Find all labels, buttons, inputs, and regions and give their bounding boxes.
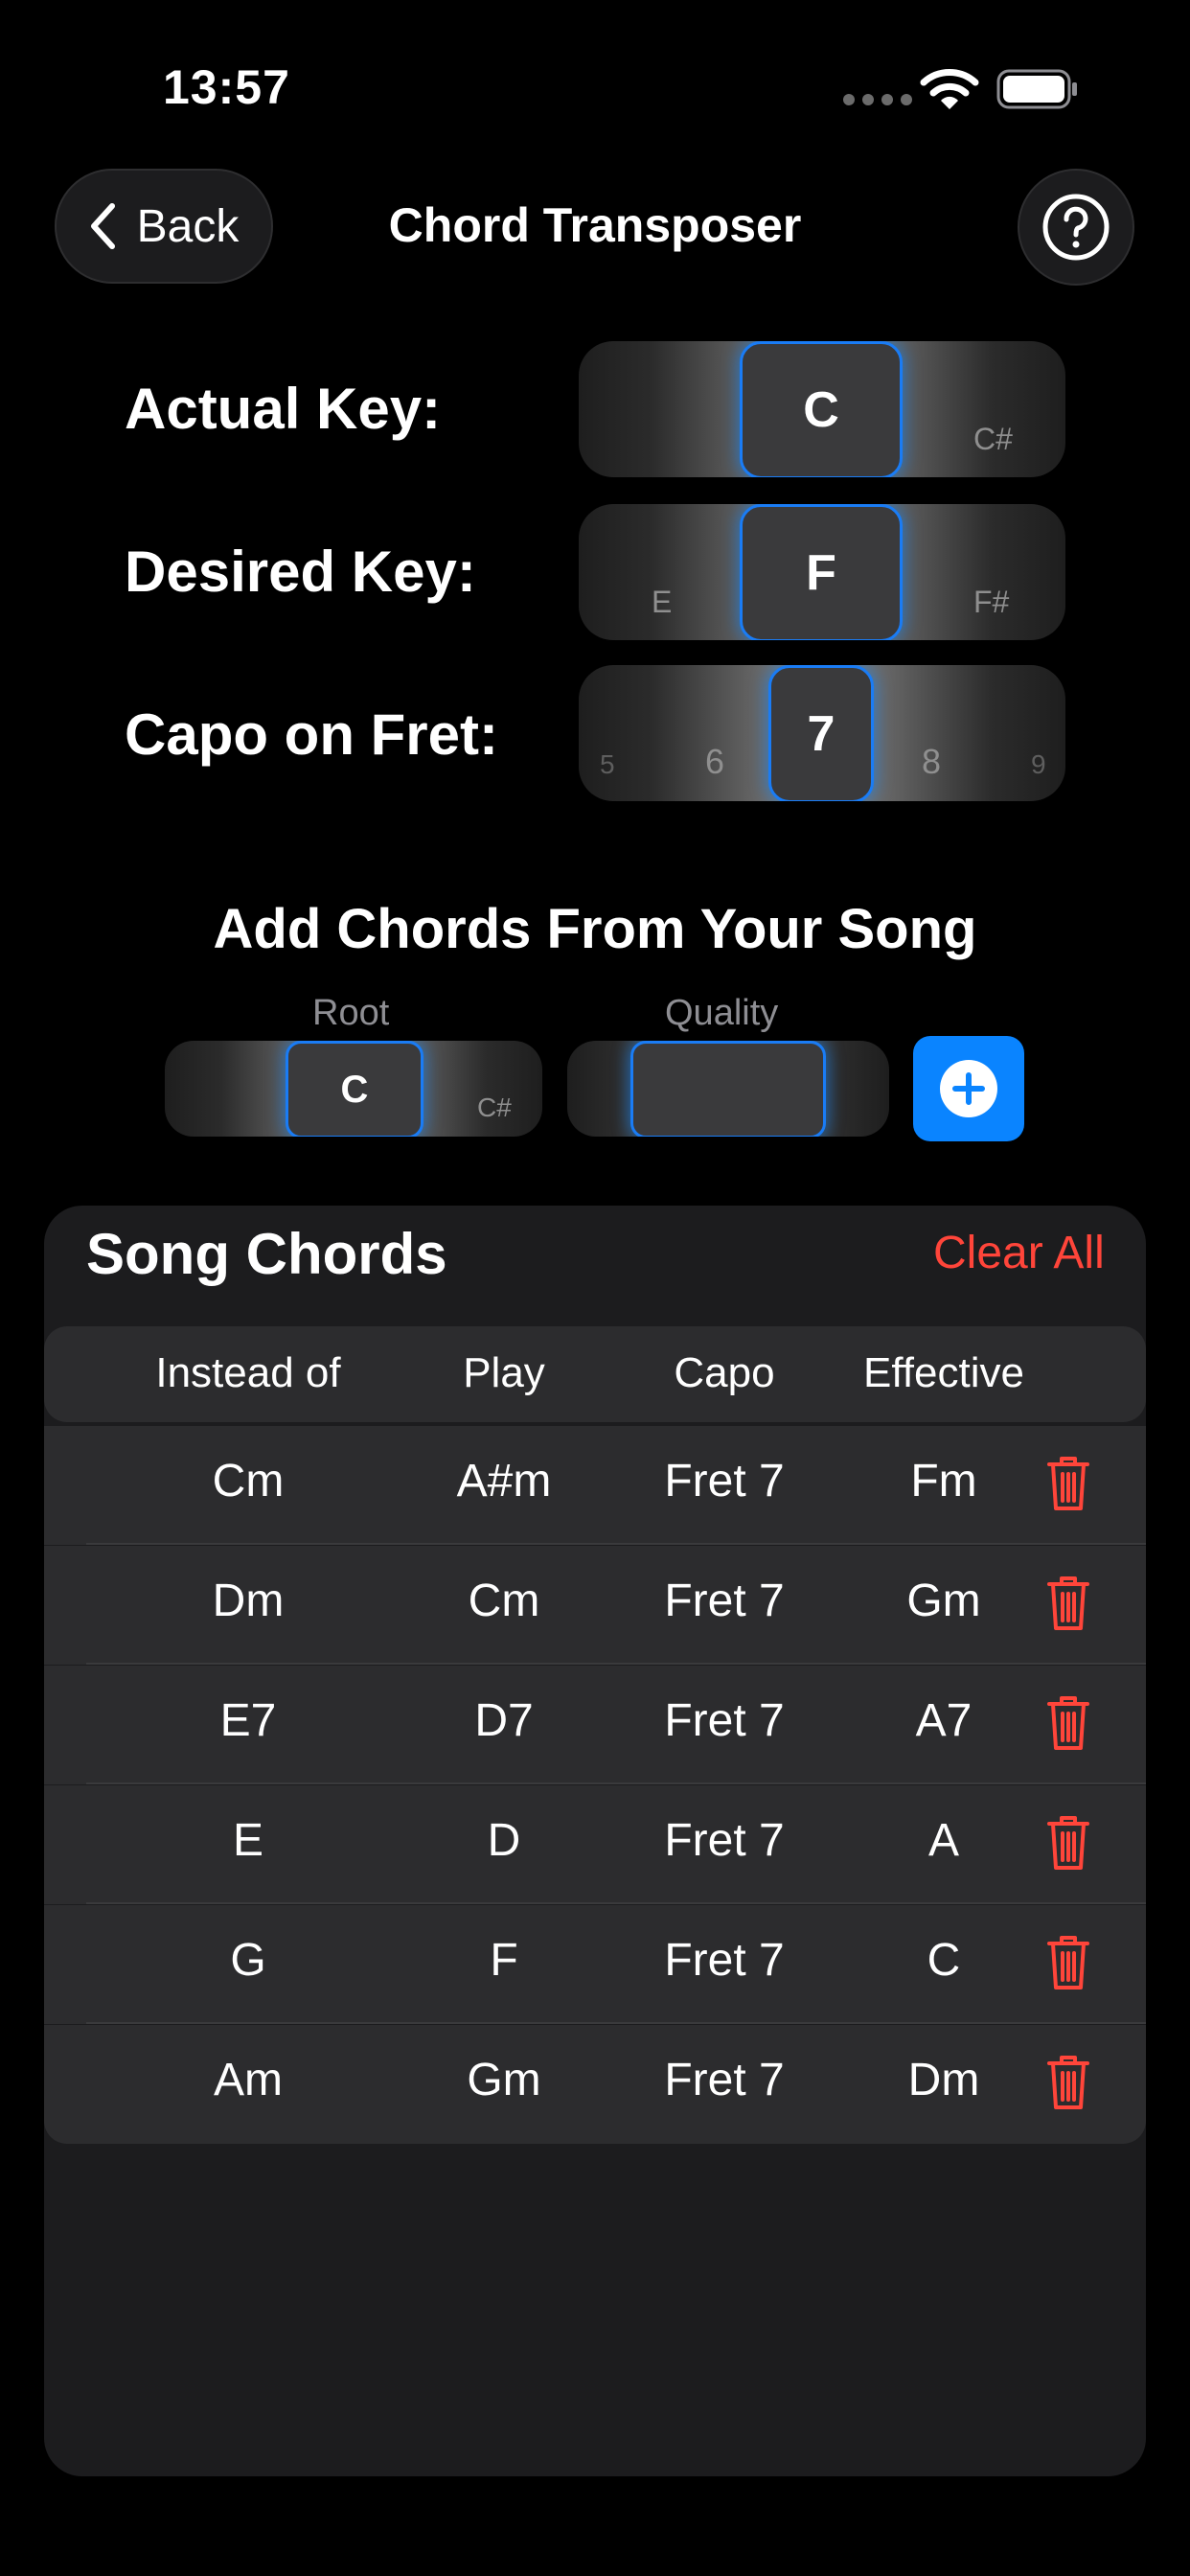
quality-label: Quality [665, 993, 779, 1033]
cell-play: F [490, 1935, 518, 1986]
cell-play: A#m [456, 1456, 552, 1506]
cell-play: Gm [467, 2055, 541, 2105]
capo-option-5[interactable]: 5 [600, 749, 615, 780]
cell-instead-of: Am [214, 2055, 283, 2105]
cell-capo: Fret 7 [664, 1576, 785, 1626]
cell-play: Cm [468, 1576, 540, 1626]
capo-picker[interactable]: 5 6 7 8 9 [579, 665, 1065, 801]
cell-effective: Gm [906, 1576, 981, 1626]
add-chord-button[interactable] [913, 1036, 1024, 1141]
table-row: E D Fret 7 A [44, 1785, 1146, 1904]
help-button[interactable] [1018, 169, 1134, 286]
actual-key-label: Actual Key: [125, 377, 442, 441]
add-chords-title: Add Chords From Your Song [213, 898, 977, 960]
cell-effective: Fm [910, 1456, 977, 1506]
cell-instead-of: G [230, 1935, 266, 1986]
cell-effective: C [927, 1935, 961, 1986]
column-header-capo: Capo [674, 1349, 775, 1396]
actual-key-option-next[interactable]: C# [973, 422, 1013, 457]
song-chords-title: Song Chords [86, 1222, 447, 1286]
cell-capo: Fret 7 [664, 1935, 785, 1986]
capo-label: Capo on Fret: [125, 702, 498, 767]
row-divider [86, 1663, 1146, 1665]
desired-key-selected[interactable]: F [740, 504, 903, 640]
cell-instead-of: E7 [219, 1695, 277, 1746]
root-selected[interactable]: C [286, 1041, 423, 1137]
column-header-effective: Effective [863, 1349, 1024, 1396]
quality-selected[interactable] [630, 1041, 826, 1137]
plus-circle-icon [940, 1060, 997, 1117]
root-picker[interactable]: C C# [165, 1041, 542, 1137]
table-row: E7 D7 Fret 7 A7 [44, 1666, 1146, 1784]
actual-key-selected[interactable]: C [740, 341, 903, 477]
column-header-instead-of: Instead of [155, 1349, 341, 1396]
delete-row-button trash-icon[interactable] [1046, 1694, 1090, 1752]
status-time: 13:57 [163, 60, 290, 114]
wifi-icon [920, 69, 979, 109]
page-title: Chord Transposer [388, 198, 802, 252]
cell-capo: Fret 7 [664, 1815, 785, 1866]
delete-row-button trash-icon[interactable] [1046, 1934, 1090, 1991]
cell-play: D [487, 1815, 521, 1866]
cellular-signal-icon [843, 94, 912, 105]
cell-play: D7 [474, 1695, 534, 1746]
desired-key-option-prev[interactable]: E [652, 585, 672, 620]
desired-key-label: Desired Key: [125, 540, 476, 604]
cell-effective: A7 [915, 1695, 973, 1746]
clear-all-button[interactable]: Clear All [933, 1227, 1105, 1279]
quality-picker[interactable] [567, 1041, 889, 1137]
cell-effective: A [927, 1815, 959, 1866]
cell-effective: Dm [907, 2055, 980, 2105]
cell-instead-of: Cm [212, 1456, 285, 1506]
table-row: Am Gm Fret 7 Dm [44, 2025, 1146, 2144]
actual-key-picker[interactable]: C C# [579, 341, 1065, 477]
capo-option-6[interactable]: 6 [705, 742, 724, 782]
table-row: Cm A#m Fret 7 Fm [44, 1426, 1146, 1545]
capo-selected[interactable]: 7 [768, 665, 874, 801]
cell-capo: Fret 7 [664, 2055, 785, 2105]
desired-key-picker[interactable]: E F F# [579, 504, 1065, 640]
cell-capo: Fret 7 [664, 1456, 785, 1506]
table-row: G F Fret 7 C [44, 1905, 1146, 2024]
delete-row-button trash-icon[interactable] [1046, 1575, 1090, 1632]
row-divider [86, 2022, 1146, 2024]
root-option-next[interactable]: C# [477, 1092, 512, 1123]
row-divider [86, 1782, 1146, 1784]
cell-capo: Fret 7 [664, 1695, 785, 1746]
question-circle-icon [1042, 194, 1110, 261]
cell-instead-of: E [232, 1815, 263, 1866]
capo-option-8[interactable]: 8 [922, 742, 941, 782]
desired-key-option-next[interactable]: F# [973, 585, 1009, 620]
root-label: Root [312, 993, 390, 1033]
row-divider [86, 1902, 1146, 1904]
table-row: Dm Cm Fret 7 Gm [44, 1546, 1146, 1665]
capo-option-9[interactable]: 9 [1031, 749, 1046, 780]
delete-row-button trash-icon[interactable] [1046, 2054, 1090, 2111]
table-header: Instead of Play Capo Effective [44, 1326, 1146, 1422]
cell-instead-of: Dm [212, 1576, 285, 1626]
delete-row-button trash-icon[interactable] [1046, 1814, 1090, 1872]
battery-icon [996, 69, 1077, 109]
delete-row-button trash-icon[interactable] [1046, 1455, 1090, 1512]
column-header-play: Play [463, 1349, 545, 1396]
row-divider [86, 1543, 1146, 1545]
